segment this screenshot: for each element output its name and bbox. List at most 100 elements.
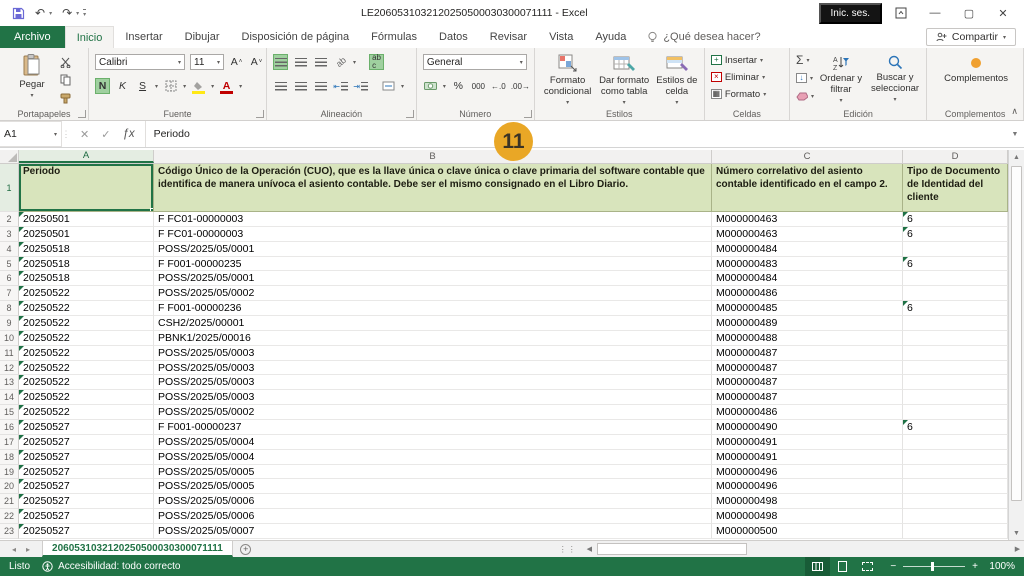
cell-period[interactable]: 20250522: [19, 316, 154, 331]
orientation-icon[interactable]: ab: [333, 54, 348, 70]
row-number[interactable]: 21: [0, 494, 19, 509]
row-number[interactable]: 14: [0, 390, 19, 405]
cell-period[interactable]: 20250527: [19, 435, 154, 450]
scroll-right-icon[interactable]: ▶: [1011, 545, 1024, 553]
new-sheet-button[interactable]: +: [233, 541, 259, 557]
font-size-combo[interactable]: 11: [190, 54, 224, 70]
cell-doc[interactable]: 6: [903, 420, 1008, 435]
row-number[interactable]: 10: [0, 331, 19, 346]
cell-period[interactable]: 20250501: [19, 212, 154, 227]
scroll-left-icon[interactable]: ◀: [583, 545, 596, 553]
sort-filter-button[interactable]: AZ Ordenar y filtrar: [818, 52, 864, 105]
find-select-button[interactable]: Buscar y seleccionar: [868, 52, 922, 104]
cell-cuo[interactable]: POSS/2025/05/0003: [154, 390, 712, 405]
cell-cuo[interactable]: CSH2/2025/00001: [154, 316, 712, 331]
increase-indent-icon[interactable]: ⇥: [353, 78, 368, 94]
tab-vista[interactable]: Vista: [538, 26, 584, 48]
cell-period[interactable]: 20250518: [19, 242, 154, 257]
cell-asiento[interactable]: M000000500: [712, 524, 903, 539]
borders-caret-icon[interactable]: [183, 83, 186, 90]
cell-period[interactable]: 20250527: [19, 524, 154, 539]
cell-cuo[interactable]: POSS/2025/05/0005: [154, 465, 712, 480]
insert-cells-button[interactable]: +Insertar: [711, 52, 763, 68]
cell-asiento[interactable]: M000000488: [712, 331, 903, 346]
cell-period[interactable]: 20250527: [19, 509, 154, 524]
cell-asiento[interactable]: M000000485: [712, 301, 903, 316]
tab-datos[interactable]: Datos: [428, 26, 479, 48]
scroll-down-icon[interactable]: ▼: [1009, 526, 1024, 540]
format-cells-button[interactable]: ▦Formato: [711, 86, 766, 102]
cell-doc[interactable]: 6: [903, 227, 1008, 242]
comma-style-button[interactable]: 000: [471, 78, 486, 94]
customize-qat-icon[interactable]: ▾: [83, 9, 86, 18]
cell-doc[interactable]: [903, 346, 1008, 361]
font-color-icon[interactable]: A: [219, 78, 234, 94]
cell-asiento[interactable]: M000000483: [712, 257, 903, 272]
cell-doc[interactable]: [903, 465, 1008, 480]
zoom-level[interactable]: 100%: [988, 561, 1024, 572]
decrease-indent-icon[interactable]: ⇤: [333, 78, 348, 94]
cell-asiento[interactable]: M000000498: [712, 494, 903, 509]
cell-cuo[interactable]: POSS/2025/05/0003: [154, 361, 712, 376]
cell-doc[interactable]: [903, 331, 1008, 346]
cell-asiento[interactable]: M000000496: [712, 465, 903, 480]
cell-asiento[interactable]: M000000490: [712, 420, 903, 435]
formula-input[interactable]: Periodo: [146, 121, 1006, 147]
row-number[interactable]: 19: [0, 465, 19, 480]
cell-a1-selected[interactable]: Periodo: [19, 164, 154, 212]
dialog-launcher-icon[interactable]: [256, 110, 264, 118]
tab-ayuda[interactable]: Ayuda: [584, 26, 637, 48]
cell-asiento[interactable]: M000000498: [712, 509, 903, 524]
next-sheet-icon[interactable]: ▸: [26, 545, 30, 554]
cell-doc[interactable]: [903, 316, 1008, 331]
row-number[interactable]: 15: [0, 405, 19, 420]
accounting-format-icon[interactable]: [423, 78, 438, 94]
tell-me-box[interactable]: ¿Qué desea hacer?: [637, 26, 770, 48]
tab-revisar[interactable]: Revisar: [479, 26, 538, 48]
share-button[interactable]: Compartir: [926, 28, 1016, 46]
column-header-a[interactable]: A: [19, 150, 154, 163]
row-number[interactable]: 23: [0, 524, 19, 539]
dialog-launcher-icon[interactable]: [78, 110, 86, 118]
cell-cuo[interactable]: POSS/2025/05/0002: [154, 286, 712, 301]
autosum-button[interactable]: Σ: [796, 52, 814, 68]
collapse-ribbon-icon[interactable]: ∧: [1011, 106, 1018, 117]
prev-sheet-icon[interactable]: ◂: [12, 545, 16, 554]
cell-period[interactable]: 20250527: [19, 420, 154, 435]
row-number[interactable]: 13: [0, 375, 19, 390]
sign-in-button[interactable]: Inic. ses.: [819, 3, 882, 24]
cell-period[interactable]: 20250518: [19, 257, 154, 272]
cell-doc[interactable]: [903, 286, 1008, 301]
merge-center-icon[interactable]: [381, 78, 396, 94]
ribbon-display-options-icon[interactable]: [886, 2, 916, 24]
cell-asiento[interactable]: M000000487: [712, 390, 903, 405]
cell-cuo[interactable]: F F001-00000237: [154, 420, 712, 435]
underline-caret-icon[interactable]: [155, 83, 158, 90]
tab-archivo[interactable]: Archivo: [0, 26, 65, 48]
row-number[interactable]: 1: [0, 164, 19, 212]
cell-doc[interactable]: 6: [903, 212, 1008, 227]
row-number[interactable]: 9: [0, 316, 19, 331]
zoom-out-icon[interactable]: −: [890, 561, 896, 572]
grow-font-icon[interactable]: A˄: [229, 54, 244, 70]
tab-inicio[interactable]: Inicio: [65, 26, 115, 48]
cell-period[interactable]: 20250522: [19, 346, 154, 361]
enter-icon[interactable]: ✓: [101, 128, 110, 141]
conditional-formatting-button[interactable]: Formato condicional: [541, 52, 595, 107]
tab-splitter-handle[interactable]: ⋮⋮: [559, 541, 577, 557]
cell-asiento[interactable]: M000000487: [712, 375, 903, 390]
cell-asiento[interactable]: M000000491: [712, 450, 903, 465]
cell-asiento[interactable]: M000000491: [712, 435, 903, 450]
align-center-icon[interactable]: [293, 78, 308, 94]
row-number[interactable]: 5: [0, 257, 19, 272]
cell-asiento[interactable]: M000000463: [712, 212, 903, 227]
cell-cuo[interactable]: POSS/2025/05/0006: [154, 509, 712, 524]
align-top-icon[interactable]: [273, 54, 288, 70]
cell-period[interactable]: 20250518: [19, 271, 154, 286]
cell-asiento[interactable]: M000000463: [712, 227, 903, 242]
name-box[interactable]: A1: [0, 121, 62, 147]
undo-icon[interactable]: ↶: [35, 7, 45, 19]
row-number[interactable]: 22: [0, 509, 19, 524]
fill-color-icon[interactable]: [191, 78, 206, 94]
cell-b1[interactable]: Código Único de la Operación (CUO), que …: [154, 164, 712, 212]
